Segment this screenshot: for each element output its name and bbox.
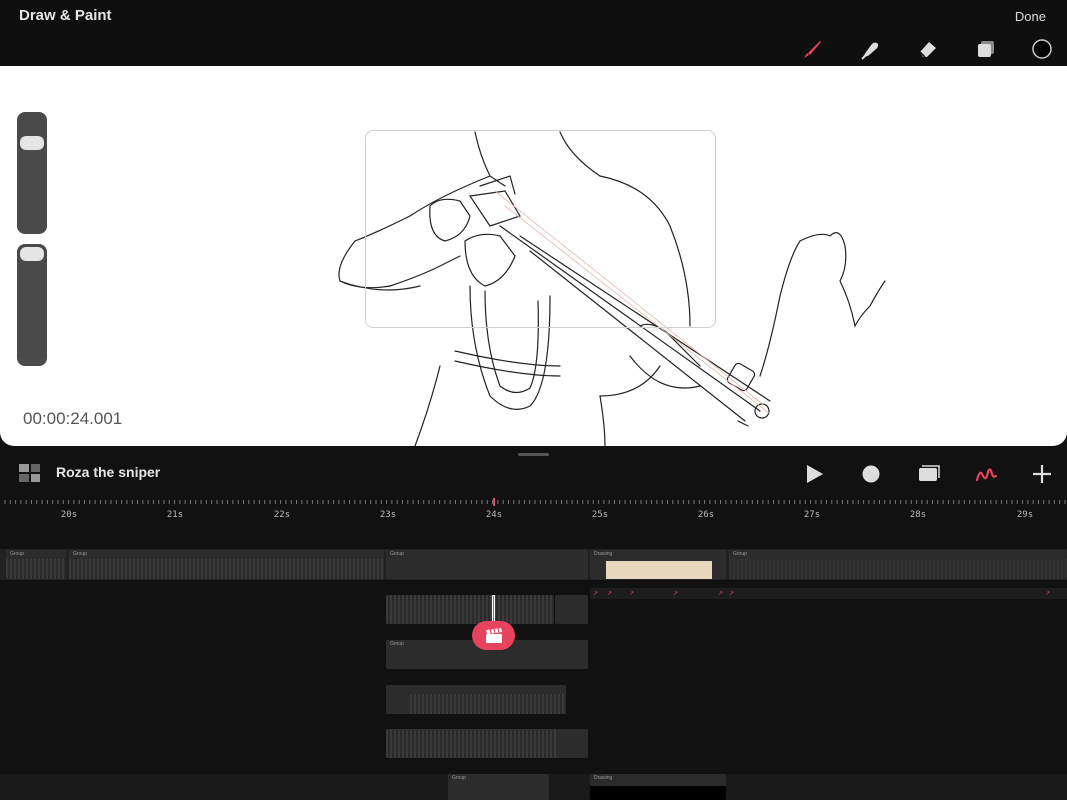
play-button[interactable]	[803, 463, 825, 485]
draw-mode-button[interactable]	[975, 463, 997, 485]
clips-icon	[919, 465, 940, 481]
layers-tool[interactable]	[975, 38, 997, 60]
camera-frame-guide	[365, 130, 716, 328]
draw-mode-icon	[975, 468, 997, 482]
keyframe-marker-icon[interactable]: ↗	[729, 590, 734, 597]
ruler-label: 20s	[60, 510, 78, 520]
drawing-canvas[interactable]: 00:00:24.001	[0, 66, 1067, 446]
panel-grabber[interactable]	[518, 453, 549, 456]
color-tool[interactable]	[1031, 38, 1053, 60]
timecode: 00:00:24.001	[23, 409, 123, 428]
clapperboard-icon	[485, 627, 502, 643]
keyframe-marker-icon[interactable]: ↗	[593, 590, 598, 597]
ruler-label: 22s	[273, 510, 291, 520]
group-clip[interactable]: Group	[729, 550, 1067, 579]
add-icon	[1033, 465, 1051, 483]
playhead-scene-button[interactable]	[472, 621, 515, 650]
ruler-label: 29s	[1016, 510, 1034, 520]
group-clip[interactable]: Group	[69, 550, 384, 579]
group-clip[interactable]: Group	[386, 550, 588, 579]
ruler-label: 24s	[485, 510, 503, 520]
group-clip[interactable]: Group	[6, 550, 66, 579]
smudge-tool[interactable]	[859, 38, 881, 60]
clip-label: Group	[73, 551, 87, 557]
clip-label: Group	[390, 551, 404, 557]
keyframe-marker-icon[interactable]: ↗	[607, 590, 612, 597]
eraser-tool[interactable]	[917, 38, 939, 60]
add-button[interactable]	[1031, 463, 1053, 485]
keyframe-marker-icon[interactable]: ↗	[629, 590, 634, 597]
keyframe-row	[590, 588, 1067, 599]
app-title: Draw & Paint	[19, 7, 112, 24]
keyframe-marker-icon[interactable]: ↗	[673, 590, 678, 597]
clip-label: Drawing	[594, 775, 613, 781]
frame-strip-clip[interactable]	[555, 595, 588, 624]
playhead-line[interactable]	[492, 595, 495, 623]
frame-strip-clip[interactable]	[386, 595, 554, 624]
record-icon	[862, 465, 880, 483]
frame-strip-clip[interactable]	[386, 729, 588, 758]
brush-tool[interactable]	[801, 38, 823, 60]
frame-strip-clip[interactable]	[386, 685, 566, 714]
ruler-label: 23s	[379, 510, 397, 520]
smudge-icon	[861, 42, 879, 60]
brush-icon	[804, 41, 821, 58]
group-clip[interactable]: Group	[448, 774, 549, 800]
clip-label: Group	[10, 551, 24, 557]
play-icon	[807, 465, 823, 483]
keyframe-marker-icon[interactable]: ↗	[1045, 590, 1050, 597]
drawing-clip[interactable]: Drawing	[590, 774, 726, 800]
done-button[interactable]: Done	[1015, 9, 1046, 24]
ruler-label: 25s	[591, 510, 609, 520]
ruler-label: 21s	[166, 510, 184, 520]
ruler-label: 28s	[909, 510, 927, 520]
clip-label: Group	[733, 551, 747, 557]
projects-icon[interactable]	[19, 464, 40, 482]
drawing-thumbnail	[606, 561, 712, 579]
keyframe-marker-icon[interactable]: ↗	[718, 590, 723, 597]
record-button[interactable]	[860, 463, 882, 485]
drawing-clip[interactable]: Drawing	[590, 550, 726, 579]
eraser-icon	[919, 42, 936, 58]
clip-label: Drawing	[594, 551, 613, 557]
clips-button[interactable]	[918, 463, 940, 485]
ruler-label: 27s	[803, 510, 821, 520]
clip-label: Group	[390, 641, 404, 647]
top-toolbar: Draw & Paint Done	[0, 0, 1067, 66]
time-ruler[interactable]	[0, 496, 1067, 524]
color-swatch-icon	[1032, 39, 1052, 59]
clip-label: Group	[452, 775, 466, 781]
project-title: Roza the sniper	[56, 464, 161, 480]
layers-icon	[978, 41, 994, 57]
ruler-label: 26s	[697, 510, 715, 520]
